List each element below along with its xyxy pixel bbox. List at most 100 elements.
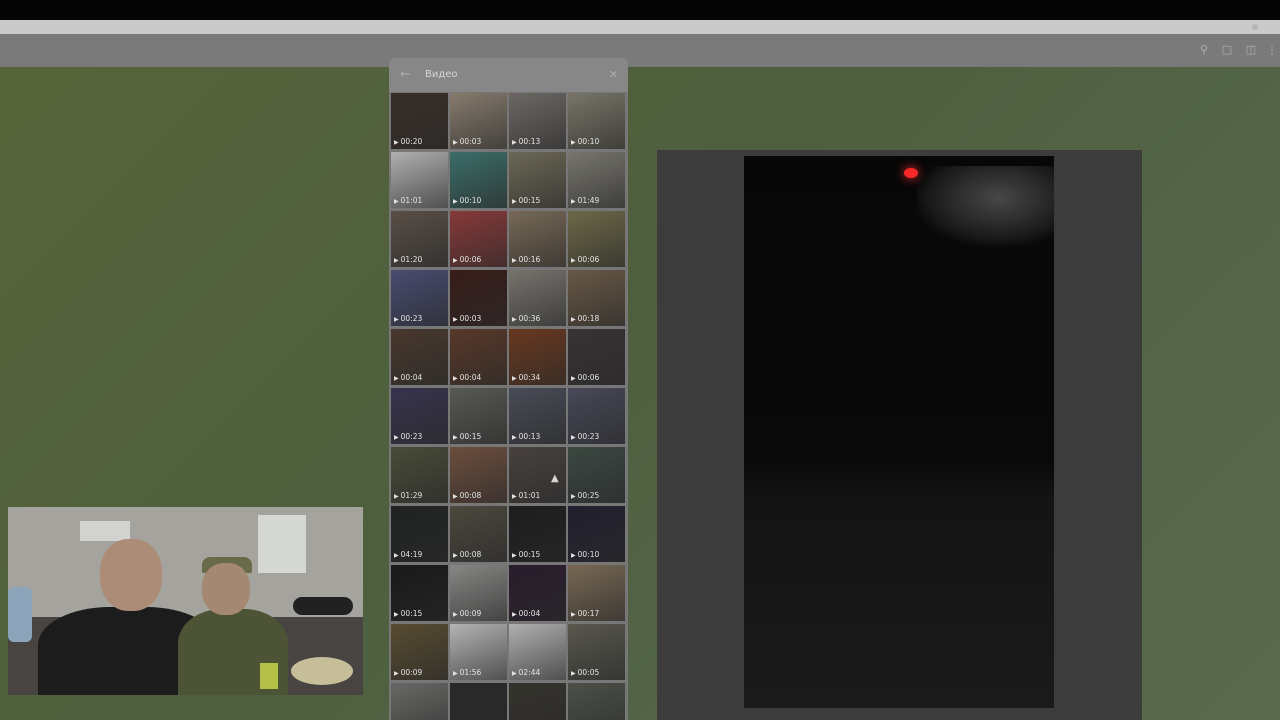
video-thumbnail[interactable]: 01:20 bbox=[391, 211, 448, 267]
video-thumbnail[interactable]: 00:04 bbox=[450, 329, 507, 385]
video-thumbnail[interactable]: 00:23 bbox=[391, 388, 448, 444]
video-duration-label: 00:25 bbox=[571, 491, 600, 501]
chat-header: ⚲ □ ◫ ⋮ bbox=[0, 34, 1280, 67]
video-duration-label: 00:34 bbox=[512, 373, 541, 383]
video-duration-label: 00:17 bbox=[571, 609, 600, 619]
video-frame-car bbox=[916, 166, 1054, 246]
video-duration-label: 00:10 bbox=[571, 137, 600, 147]
mouse-cursor-icon: ▲ bbox=[551, 473, 559, 484]
video-thumbnail[interactable]: 00:10 bbox=[568, 93, 625, 149]
video-duration-label: 00:15 bbox=[453, 432, 482, 442]
video-duration-label: 00:03 bbox=[453, 137, 482, 147]
video-duration-label: 00:15 bbox=[394, 609, 423, 619]
video-thumbnail[interactable]: 00:08 bbox=[450, 447, 507, 503]
video-duration-label: 00:20 bbox=[394, 137, 423, 147]
video-duration-label: 00:05 bbox=[571, 668, 600, 678]
video-duration-label: 00:10 bbox=[453, 196, 482, 206]
video-duration-label: 00:13 bbox=[512, 137, 541, 147]
sidebar-toggle-icon[interactable]: ◫ bbox=[1245, 44, 1257, 56]
video-thumbnail[interactable]: 00:16 bbox=[509, 211, 566, 267]
video-duration-label: 00:15 bbox=[512, 550, 541, 560]
video-thumbnail[interactable]: 00:17 bbox=[391, 683, 448, 720]
video-thumbnail[interactable]: 00:09 bbox=[450, 565, 507, 621]
window-title-bar bbox=[0, 20, 1280, 34]
video-duration-label: 00:09 bbox=[394, 668, 423, 678]
video-thumbnail[interactable]: 00:04 bbox=[509, 565, 566, 621]
video-thumbnail[interactable]: 00:03 bbox=[450, 270, 507, 326]
video-thumbnail[interactable]: 01:49 bbox=[568, 152, 625, 208]
video-thumbnail[interactable]: 00:03 bbox=[450, 93, 507, 149]
video-duration-label: 00:04 bbox=[512, 609, 541, 619]
video-thumbnail[interactable]: 00:23 bbox=[568, 388, 625, 444]
video-frame-light bbox=[904, 168, 918, 178]
video-thumbnail[interactable]: 00:06 bbox=[568, 329, 625, 385]
video-thumbnail[interactable]: 00:18 bbox=[568, 270, 625, 326]
video-thumbnail[interactable]: 00:08 bbox=[450, 506, 507, 562]
video-thumbnail[interactable]: 00:06 bbox=[568, 211, 625, 267]
video-duration-label: 00:03 bbox=[453, 314, 482, 324]
video-thumbnail[interactable]: 00:10 bbox=[450, 152, 507, 208]
video-thumbnail[interactable]: 00:13 bbox=[509, 93, 566, 149]
video-duration-label: 00:04 bbox=[453, 373, 482, 383]
video-duration-label: 00:36 bbox=[512, 314, 541, 324]
video-player[interactable] bbox=[744, 156, 1054, 708]
video-thumbnail[interactable]: 01:01 bbox=[391, 152, 448, 208]
comments-icon[interactable]: □ bbox=[1221, 44, 1233, 56]
video-thumbnail[interactable]: 00:13 bbox=[509, 388, 566, 444]
video-thumbnail[interactable]: 00:05 bbox=[568, 624, 625, 680]
video-thumbnail[interactable]: 00:04 bbox=[391, 329, 448, 385]
video-duration-label: 00:18 bbox=[571, 314, 600, 324]
video-thumbnail[interactable]: 04:19 bbox=[391, 506, 448, 562]
video-duration-label: 00:04 bbox=[394, 373, 423, 383]
video-thumbnail[interactable]: 00:15 bbox=[509, 506, 566, 562]
video-thumbnail[interactable]: 00:09 bbox=[391, 624, 448, 680]
video-thumbnail[interactable]: 00:25 bbox=[568, 447, 625, 503]
webcam-overlay bbox=[8, 507, 363, 695]
video-duration-label: 00:06 bbox=[571, 373, 600, 383]
video-thumbnail[interactable]: 00:06 bbox=[450, 211, 507, 267]
video-thumbnail[interactable]: 01:56 bbox=[450, 624, 507, 680]
video-thumbnail[interactable]: 02:44 bbox=[509, 624, 566, 680]
video-duration-label: 00:06 bbox=[571, 255, 600, 265]
shared-media-panel: ← Видео ✕ 00:20 00:03 00:13 00:10 01:01 00:10… bbox=[389, 58, 628, 720]
video-thumbnail[interactable]: 00:15 bbox=[450, 388, 507, 444]
video-duration-label: 00:23 bbox=[394, 432, 423, 442]
video-duration-label: 00:06 bbox=[453, 255, 482, 265]
video-thumbnail[interactable]: 00:20 bbox=[391, 93, 448, 149]
video-duration-label: 01:56 bbox=[453, 668, 482, 678]
window-control-icon[interactable] bbox=[1252, 24, 1258, 30]
video-duration-label: 00:23 bbox=[394, 314, 423, 324]
video-duration-label: 00:09 bbox=[453, 609, 482, 619]
video-duration-label: 02:44 bbox=[512, 668, 541, 678]
panel-header: ← Видео ✕ bbox=[389, 58, 628, 92]
close-icon[interactable]: ✕ bbox=[609, 68, 618, 81]
video-thumbnail[interactable]: 00:34 bbox=[509, 329, 566, 385]
video-duration-label: 00:08 bbox=[453, 550, 482, 560]
video-duration-label: 00:10 bbox=[571, 550, 600, 560]
video-thumbnail[interactable]: 00:36 bbox=[509, 270, 566, 326]
back-arrow-icon[interactable]: ← bbox=[400, 67, 411, 82]
video-thumbnail[interactable]: 00:15 bbox=[509, 152, 566, 208]
video-duration-label: 01:49 bbox=[571, 196, 600, 206]
screen-top-bar bbox=[0, 0, 1280, 20]
video-duration-label: 00:13 bbox=[512, 432, 541, 442]
video-thumbnail[interactable]: 00:10 bbox=[568, 506, 625, 562]
more-menu-icon[interactable]: ⋮ bbox=[1266, 44, 1278, 56]
video-duration-label: 01:29 bbox=[394, 491, 423, 501]
video-duration-label: 00:23 bbox=[571, 432, 600, 442]
video-thumbnail[interactable]: 01:29 bbox=[391, 447, 448, 503]
video-thumbnail[interactable]: 00:16 bbox=[509, 683, 566, 720]
video-thumbnail[interactable]: 00:16 bbox=[450, 683, 507, 720]
video-duration-label: 01:20 bbox=[394, 255, 423, 265]
video-duration-label: 00:16 bbox=[512, 255, 541, 265]
panel-title: Видео bbox=[425, 69, 458, 80]
video-duration-label: 00:15 bbox=[512, 196, 541, 206]
video-duration-label: 04:19 bbox=[394, 550, 423, 560]
video-thumbnail[interactable]: 00:15 bbox=[391, 565, 448, 621]
video-thumbnail[interactable]: 00:17 bbox=[568, 565, 625, 621]
video-duration-label: 01:01 bbox=[512, 491, 541, 501]
video-duration-label: 00:08 bbox=[453, 491, 482, 501]
video-thumbnail[interactable]: 00:23 bbox=[391, 270, 448, 326]
search-icon[interactable]: ⚲ bbox=[1198, 44, 1210, 56]
video-thumbnail[interactable]: 00:09 bbox=[568, 683, 625, 720]
